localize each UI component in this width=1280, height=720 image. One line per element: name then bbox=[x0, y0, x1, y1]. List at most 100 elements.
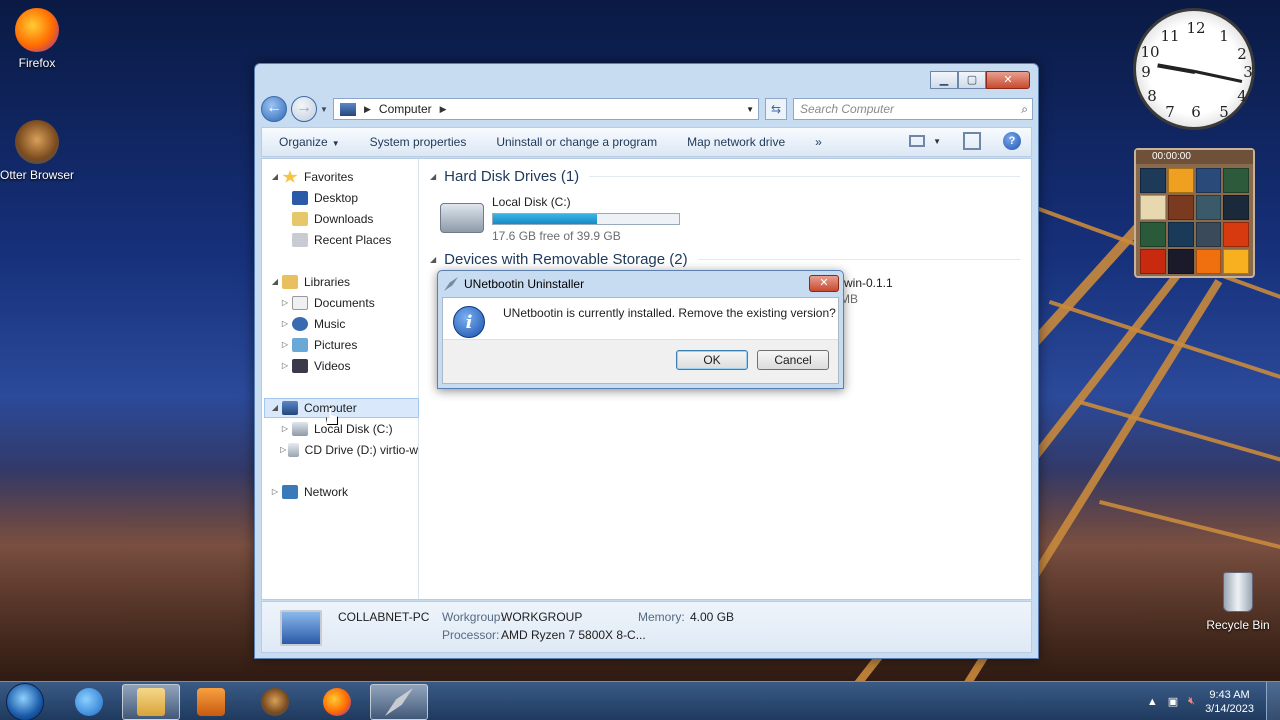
nav-computer[interactable]: ◢ Computer bbox=[264, 398, 419, 418]
window-titlebar[interactable]: ▁ ▢ ✕ bbox=[255, 64, 1038, 96]
desktop-folder-icon bbox=[292, 191, 308, 205]
puzzle-timer: 00:00:00 bbox=[1136, 150, 1253, 164]
nav-network[interactable]: ▷ Network bbox=[270, 482, 348, 502]
clock-minute-hand bbox=[1194, 70, 1243, 83]
help-icon[interactable]: ? bbox=[1003, 132, 1021, 150]
computer-icon bbox=[280, 610, 322, 646]
search-input[interactable]: Search Computer ⌕ bbox=[793, 98, 1033, 120]
videos-icon bbox=[292, 359, 308, 373]
taskbar-time: 9:43 AM bbox=[1209, 688, 1250, 701]
network-status-icon[interactable]: ▣ bbox=[1168, 695, 1178, 708]
taskbar-media-player[interactable] bbox=[182, 684, 240, 720]
processor-value: AMD Ryzen 7 5800X 8-C... bbox=[501, 628, 646, 642]
dialog-titlebar[interactable]: UNetbootin Uninstaller bbox=[438, 271, 843, 297]
view-options-dropdown-icon[interactable]: ▼ bbox=[933, 137, 941, 146]
nav-music[interactable]: ▷ Music bbox=[280, 314, 345, 334]
cancel-button[interactable]: Cancel bbox=[757, 350, 829, 370]
taskbar: ▲ ▣ 🔇︎ 9:43 AM 3/14/2023 bbox=[0, 681, 1280, 720]
minimize-button[interactable]: ▁ bbox=[930, 71, 958, 89]
collapse-arrow-icon[interactable]: ◢ bbox=[270, 399, 280, 417]
hard-disk-drives-group-header[interactable]: ◢ Hard Disk Drives (1) bbox=[430, 168, 1020, 185]
nav-pictures[interactable]: ▷ Pictures bbox=[280, 335, 357, 355]
show-desktop-button[interactable] bbox=[1266, 682, 1280, 720]
dialog-message: UNetbootin is currently installed. Remov… bbox=[503, 306, 836, 320]
drive-item-local-disk[interactable]: Local Disk (C:) 17.6 GB free of 39.9 GB bbox=[440, 195, 680, 243]
clock-hour-hand bbox=[1157, 63, 1196, 74]
taskbar-internet-explorer[interactable] bbox=[60, 684, 118, 720]
navigation-pane: ◢ Favorites Desktop Downloads Recent Pla… bbox=[262, 159, 419, 599]
expand-arrow-icon[interactable]: ▷ bbox=[280, 419, 290, 439]
clock-gadget[interactable]: 12 1 2 3 4 5 6 7 8 9 10 11 bbox=[1133, 8, 1255, 130]
desktop-icon-recycle-bin[interactable]: Recycle Bin bbox=[1200, 572, 1276, 632]
close-button[interactable]: ✕ bbox=[986, 71, 1030, 89]
more-commands-button[interactable]: » bbox=[815, 135, 822, 149]
system-properties-button[interactable]: System properties bbox=[370, 135, 467, 149]
details-pane: COLLABNET-PC Workgroup: WORKGROUP Memory… bbox=[261, 601, 1032, 653]
taskbar-windows-explorer[interactable] bbox=[122, 684, 180, 720]
taskbar-firefox[interactable] bbox=[308, 684, 366, 720]
libraries-icon bbox=[282, 275, 298, 289]
taskbar-clock[interactable]: 9:43 AM 3/14/2023 bbox=[1205, 688, 1254, 716]
volume-muted-icon[interactable]: 🔇︎ bbox=[1188, 695, 1195, 708]
address-bar[interactable]: ▶ Computer ▶ ▼ bbox=[333, 98, 759, 120]
show-hidden-icons-icon[interactable]: ▲ bbox=[1147, 696, 1158, 708]
hard-drive-icon bbox=[440, 203, 484, 233]
desktop-icon-firefox[interactable]: Firefox bbox=[0, 8, 74, 70]
breadcrumb-computer[interactable]: Computer bbox=[379, 102, 432, 116]
dialog-title: UNetbootin Uninstaller bbox=[464, 277, 585, 291]
removable-device-name[interactable]: -win-0.1.1 bbox=[840, 276, 893, 290]
back-button[interactable]: ← bbox=[261, 96, 287, 122]
expand-arrow-icon[interactable]: ▷ bbox=[280, 335, 290, 355]
search-icon[interactable]: ⌕ bbox=[1021, 99, 1028, 119]
cd-drive-icon bbox=[288, 443, 299, 457]
expand-arrow-icon[interactable]: ▷ bbox=[280, 293, 290, 313]
nav-downloads[interactable]: Downloads bbox=[292, 209, 373, 229]
dialog-close-button[interactable]: ✕ bbox=[809, 275, 839, 292]
taskbar-unetbootin[interactable] bbox=[370, 684, 428, 720]
nav-favorites[interactable]: ◢ Favorites bbox=[270, 167, 353, 187]
hard-drive-icon bbox=[292, 422, 308, 436]
media-player-icon bbox=[197, 688, 225, 716]
command-bar: Organize ▼ System properties Uninstall or… bbox=[261, 127, 1032, 157]
map-network-drive-button[interactable]: Map network drive bbox=[687, 135, 785, 149]
removable-storage-group-header[interactable]: ◢ Devices with Removable Storage (2) bbox=[430, 251, 1020, 268]
desktop-icon-label: Otter Browser bbox=[0, 168, 75, 182]
breadcrumb-chevron-icon[interactable]: ▶ bbox=[364, 104, 371, 115]
collapse-arrow-icon[interactable]: ◢ bbox=[270, 167, 280, 187]
nav-cd-drive[interactable]: ▷ CD Drive (D:) virtio-w bbox=[280, 440, 418, 460]
uninstall-program-button[interactable]: Uninstall or change a program bbox=[496, 135, 657, 149]
taskbar-otter-browser[interactable] bbox=[246, 684, 304, 720]
nav-recent-places[interactable]: Recent Places bbox=[292, 230, 391, 250]
firefox-icon bbox=[323, 688, 351, 716]
folder-icon bbox=[137, 688, 165, 716]
nav-videos[interactable]: ▷ Videos bbox=[280, 356, 350, 376]
nav-desktop[interactable]: Desktop bbox=[292, 188, 358, 208]
nav-libraries[interactable]: ◢ Libraries bbox=[270, 272, 350, 292]
forward-button[interactable]: → bbox=[291, 96, 317, 122]
breadcrumb-chevron-icon[interactable]: ▶ bbox=[440, 104, 447, 115]
change-view-icon[interactable] bbox=[909, 135, 926, 147]
nav-documents[interactable]: ▷ Documents bbox=[280, 293, 375, 313]
network-icon bbox=[282, 485, 298, 499]
recent-places-icon bbox=[292, 233, 308, 247]
recent-pages-dropdown[interactable]: ▼ bbox=[317, 105, 331, 114]
recycle-bin-icon bbox=[1223, 572, 1253, 612]
computer-icon bbox=[282, 401, 298, 415]
puzzle-gadget[interactable]: 00:00:00 bbox=[1134, 148, 1255, 278]
expand-arrow-icon[interactable]: ▷ bbox=[280, 440, 286, 460]
organize-button[interactable]: Organize ▼ bbox=[279, 135, 340, 149]
address-dropdown-icon[interactable]: ▼ bbox=[746, 105, 754, 114]
expand-arrow-icon[interactable]: ▷ bbox=[270, 482, 280, 502]
expand-arrow-icon[interactable]: ▷ bbox=[280, 314, 290, 334]
ok-button[interactable]: OK bbox=[676, 350, 748, 370]
expand-arrow-icon[interactable]: ▷ bbox=[280, 356, 290, 376]
collapse-arrow-icon[interactable]: ◢ bbox=[430, 255, 436, 264]
collapse-arrow-icon[interactable]: ◢ bbox=[270, 272, 280, 292]
pictures-icon bbox=[292, 338, 308, 352]
preview-pane-icon[interactable] bbox=[963, 132, 981, 150]
maximize-button[interactable]: ▢ bbox=[958, 71, 986, 89]
desktop-icon-otter-browser[interactable]: Otter Browser bbox=[0, 120, 74, 183]
start-button[interactable] bbox=[6, 683, 44, 720]
collapse-arrow-icon[interactable]: ◢ bbox=[430, 172, 436, 181]
refresh-button[interactable]: ⇆ bbox=[765, 98, 787, 120]
